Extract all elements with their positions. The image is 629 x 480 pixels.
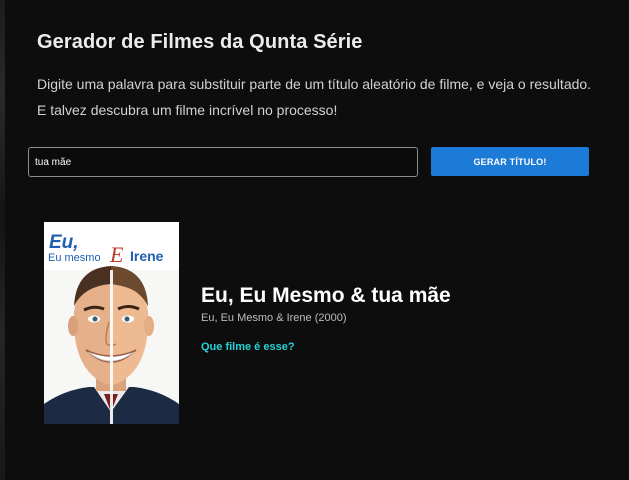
movie-poster: Eu, Eu mesmo E Irene: [44, 222, 179, 424]
window-edge: [0, 0, 5, 480]
page: Gerador de Filmes da Qunta Série Digite …: [0, 0, 629, 480]
original-movie-title: Eu, Eu Mesmo & Irene (2000): [201, 312, 347, 324]
poster-title-e: E: [109, 242, 124, 267]
generate-title-button[interactable]: GERAR TÍTULO!: [431, 147, 589, 176]
generated-title: Eu, Eu Mesmo & tua mãe: [201, 284, 451, 307]
description-line-1: Digite uma palavra para substituir parte…: [37, 76, 592, 92]
description-line-2: E talvez descubra um filme incrível no p…: [37, 102, 338, 118]
poster-title-line1: Eu,: [49, 232, 79, 253]
poster-title-line2b: Irene: [130, 248, 164, 264]
poster-title-line2a: Eu mesmo: [48, 252, 101, 264]
page-title: Gerador de Filmes da Qunta Série: [37, 31, 363, 53]
which-movie-link[interactable]: Que filme é esse?: [201, 341, 295, 353]
word-input[interactable]: [28, 147, 418, 177]
